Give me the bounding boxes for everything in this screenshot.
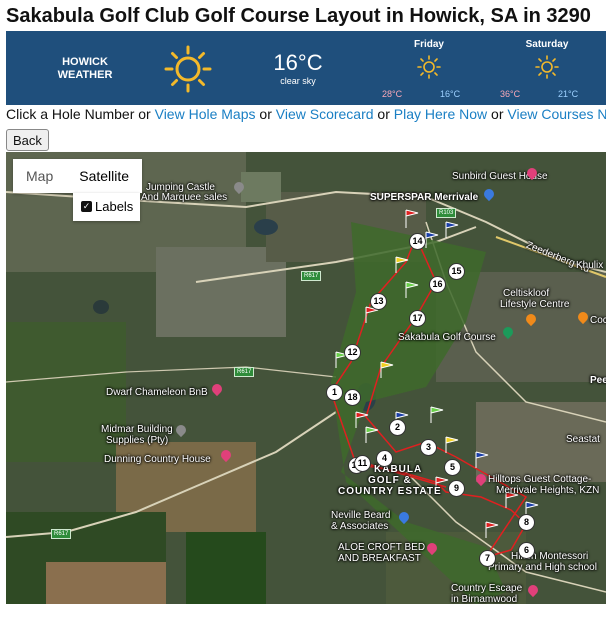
course-map[interactable]: Jumping Castle And Marquee sales Sunbird… — [6, 152, 606, 604]
place-label[interactable]: Sakabula Golf Course — [398, 332, 496, 343]
place-label[interactable]: Dwarf Chameleon BnB — [106, 387, 208, 398]
place-label[interactable]: & Associates — [331, 521, 388, 532]
hole-marker-9[interactable]: 9 — [448, 480, 465, 497]
hole-marker-3[interactable]: 3 — [420, 439, 437, 456]
weather-widget[interactable]: HOWICK WEATHER 16°C clear sky Friday 28°… — [6, 31, 606, 105]
forecast-low: 21°C — [558, 89, 579, 99]
hole-marker-7[interactable]: 7 — [479, 550, 496, 567]
forecast-high: 36°C — [500, 89, 521, 99]
hole-marker-1[interactable]: 1 — [326, 384, 343, 401]
current-conditions: clear sky — [280, 76, 316, 86]
place-label[interactable]: Supplies (Pty) — [106, 435, 168, 446]
view-courses-near-link[interactable]: View Courses Near — [507, 106, 606, 122]
hole-marker-5[interactable]: 5 — [444, 459, 461, 476]
current-temperature: 16°C — [273, 50, 323, 75]
place-label[interactable]: ALOE CROFT BED — [338, 542, 425, 553]
estate-label: GOLF & — [368, 475, 412, 486]
map-type-satellite-button[interactable]: Satellite — [66, 159, 142, 193]
back-button[interactable]: Back — [6, 129, 49, 151]
hole-marker-16[interactable]: 16 — [429, 276, 446, 293]
checkbox-checked-icon[interactable]: ✓ — [81, 201, 92, 212]
place-label[interactable]: Country Escape — [451, 583, 522, 594]
road-shield: R103 — [436, 208, 457, 218]
place-label[interactable]: Coc — [590, 315, 606, 326]
place-label[interactable]: SUPERSPAR Merrivale — [370, 192, 478, 203]
place-label[interactable]: Seastat — [566, 434, 600, 445]
forecast-high: 28°C — [382, 89, 403, 99]
estate-label: COUNTRY ESTATE — [338, 486, 442, 497]
place-label[interactable]: Merrivale Heights, KZN — [496, 485, 599, 496]
forecast-low: 16°C — [440, 89, 461, 99]
place-label[interactable]: Midmar Building — [101, 424, 173, 435]
place-label[interactable]: Lifestyle Centre — [500, 299, 569, 310]
hole-marker-18[interactable]: 18 — [344, 389, 361, 406]
place-label[interactable]: Primary and High school — [488, 562, 597, 573]
sun-icon — [374, 55, 484, 79]
place-label[interactable]: AND BREAKFAST — [338, 553, 421, 564]
place-label[interactable]: Peel — [590, 375, 606, 386]
map-type-control: Map Satellite — [13, 159, 143, 193]
hole-marker-14[interactable]: 14 — [409, 233, 426, 250]
hole-marker-17[interactable]: 17 — [409, 310, 426, 327]
hole-marker-2[interactable]: 2 — [389, 419, 406, 436]
hole-marker-15[interactable]: 15 — [448, 263, 465, 280]
weather-city: HOWICK WEATHER — [57, 56, 113, 81]
road-shield: R617 — [234, 367, 255, 377]
place-label[interactable]: in Birnamwood — [451, 594, 517, 604]
map-type-map-button[interactable]: Map — [13, 159, 66, 193]
road-shield: R617 — [301, 271, 322, 281]
view-hole-maps-link[interactable]: View Hole Maps — [155, 106, 256, 122]
hole-marker-8[interactable]: 8 — [518, 514, 535, 531]
place-label[interactable]: And Marquee sales — [141, 192, 227, 203]
course-nav: Click a Hole Number or View Hole Maps or… — [6, 106, 606, 122]
hole-marker-12[interactable]: 12 — [344, 344, 361, 361]
road-shield: R617 — [51, 529, 72, 539]
page-title: Sakabula Golf Club Golf Course Layout in… — [6, 5, 591, 27]
place-label[interactable]: Neville Beard — [331, 510, 390, 521]
play-here-now-link[interactable]: Play Here Now — [394, 106, 487, 122]
sun-icon — [164, 45, 212, 98]
hole-marker-11[interactable]: 11 — [354, 455, 371, 472]
sun-icon — [492, 55, 602, 79]
forecast-day-friday: Friday 28°C 16°C — [374, 39, 484, 99]
road-label: Khulix — [576, 260, 604, 271]
view-scorecard-link[interactable]: View Scorecard — [276, 106, 374, 122]
labels-toggle[interactable]: ✓ Labels — [73, 193, 140, 221]
hole-marker-4[interactable]: 4 — [376, 450, 393, 467]
hole-marker-13[interactable]: 13 — [370, 293, 387, 310]
place-label[interactable]: Dunning Country House — [104, 454, 211, 465]
place-label[interactable]: Celtiskloof — [503, 288, 549, 299]
place-label[interactable]: Hilltops Guest Cottage- — [488, 474, 591, 485]
hole-marker-6[interactable]: 6 — [518, 542, 535, 559]
forecast-day-saturday: Saturday 36°C 21°C — [492, 39, 602, 99]
